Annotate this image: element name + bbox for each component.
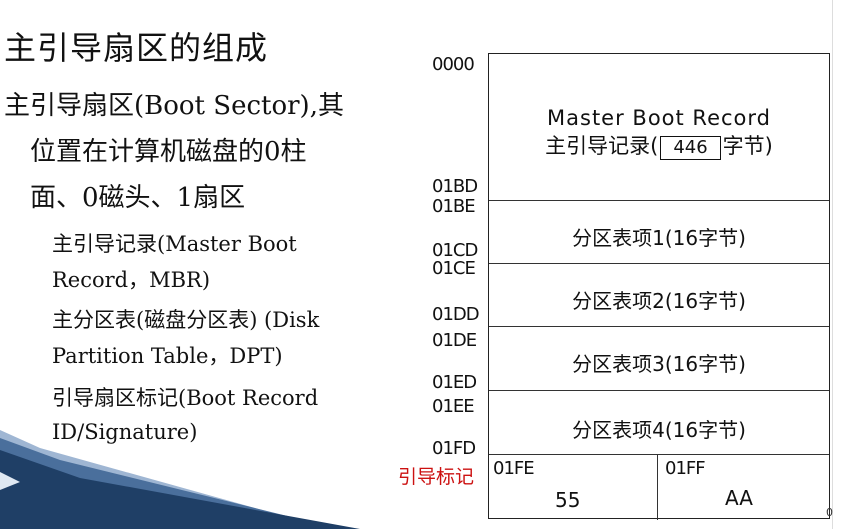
partition-entry-1: 分区表项1(16字节)	[572, 226, 746, 250]
slide-title: 主引导扇区的组成	[4, 29, 269, 67]
mbr-size-box: 446	[660, 136, 721, 160]
sub-bullet-sig-1: 引导扇区标记(Boot Record	[52, 386, 319, 410]
partition-entry-4: 分区表项4(16字节)	[572, 418, 746, 442]
partition-entry-3: 分区表项3(16字节)	[572, 352, 746, 376]
bullet-line-1: 主引导扇区(Boot Sector),其	[4, 91, 344, 121]
addr-0000: 0000	[432, 54, 475, 75]
addr-01BD: 01BD	[432, 176, 478, 197]
corner-decoration	[0, 420, 370, 529]
addr-01EE: 01EE	[432, 396, 475, 417]
addr-01DE: 01DE	[432, 330, 477, 351]
addr-01FD: 01FD	[432, 438, 476, 459]
corner-swoosh-graphic	[0, 430, 360, 529]
mbr-cn-prefix: 主引导记录(	[545, 134, 659, 158]
partition-entry-2: 分区表项2(16字节)	[572, 289, 746, 313]
addr-01FF: 01FF	[665, 458, 706, 479]
addr-01BE: 01BE	[432, 196, 476, 217]
sub-bullet-mbr-1: 主引导记录(Master Boot	[52, 232, 297, 256]
bullet-line-2: 位置在计算机磁盘的0柱	[30, 137, 307, 167]
mbr-title-chinese: 主引导记录(446 字节)	[489, 130, 829, 160]
page-number: 0	[826, 506, 833, 519]
sub-bullet-dpt-1: 主分区表(磁盘分区表) (Disk	[52, 308, 320, 332]
sub-bullet-dpt-2: Partition Table，DPT)	[52, 344, 283, 368]
divider-mbr-end	[489, 200, 829, 201]
divider-p2-end	[489, 326, 829, 327]
addr-01CE: 01CE	[432, 258, 476, 279]
mbr-cn-suffix: 字节)	[722, 134, 773, 158]
addr-01DD: 01DD	[432, 304, 480, 325]
sub-bullet-mbr-2: Record，MBR)	[52, 268, 211, 292]
signature-split-line	[657, 454, 658, 520]
signature-byte-55: 55	[555, 488, 581, 512]
addr-01ED: 01ED	[432, 372, 477, 393]
divider-p1-end	[489, 263, 829, 264]
mbr-layout-diagram: Master Boot Record 主引导记录(446 字节) 分区表项1(16…	[488, 53, 830, 520]
bullet-line-3: 面、0磁头、1扇区	[30, 183, 246, 213]
divider-p3-end	[489, 390, 829, 391]
addr-01FE: 01FE	[493, 458, 535, 479]
signature-byte-AA: AA	[725, 486, 753, 510]
divider-p4-end	[489, 454, 829, 455]
right-edge-bar	[832, 0, 845, 529]
mbr-title-english: Master Boot Record	[547, 106, 771, 130]
signature-label: 引导标记	[398, 466, 475, 488]
